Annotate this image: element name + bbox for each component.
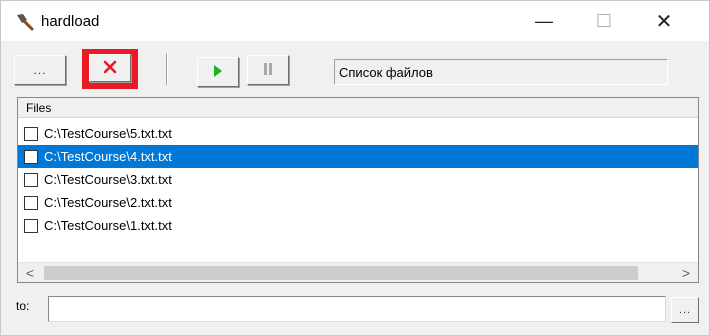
close-window-button[interactable]: ✕ bbox=[641, 1, 687, 41]
pause-button[interactable] bbox=[247, 55, 289, 85]
file-path: C:\TestCourse\4.txt.txt bbox=[44, 149, 172, 164]
pause-icon bbox=[263, 62, 273, 78]
file-checkbox[interactable] bbox=[24, 195, 38, 210]
play-button[interactable] bbox=[197, 57, 239, 87]
file-row[interactable]: C:\TestCourse\4.txt.txt bbox=[18, 145, 698, 168]
file-path: C:\TestCourse\2.txt.txt bbox=[44, 195, 172, 210]
file-checkbox[interactable] bbox=[24, 172, 38, 187]
minimize-button[interactable]: — bbox=[521, 1, 567, 41]
browse-files-button[interactable]: ... bbox=[14, 55, 66, 85]
toolbar: ... Список файлов bbox=[1, 41, 709, 91]
file-checkbox[interactable] bbox=[24, 149, 38, 164]
play-icon bbox=[213, 64, 223, 80]
file-checkbox[interactable] bbox=[24, 126, 38, 141]
file-list[interactable]: Files C:\TestCourse\5.txt.txt C:\TestCour… bbox=[17, 97, 699, 283]
file-row[interactable]: C:\TestCourse\2.txt.txt bbox=[18, 191, 698, 214]
toolbar-separator bbox=[166, 53, 168, 85]
app-window: hardload — ☐ ✕ ... Список файлов Files C… bbox=[0, 0, 710, 336]
file-rows: C:\TestCourse\5.txt.txt C:\TestCourse\4.t… bbox=[18, 122, 698, 237]
file-checkbox[interactable] bbox=[24, 218, 38, 233]
scroll-left-button[interactable]: < bbox=[22, 265, 38, 281]
file-path: C:\TestCourse\5.txt.txt bbox=[44, 126, 172, 141]
destination-input[interactable] bbox=[48, 296, 666, 322]
destination-browse-button[interactable]: ... bbox=[671, 297, 699, 323]
shovel-icon bbox=[15, 12, 35, 32]
file-row[interactable]: C:\TestCourse\3.txt.txt bbox=[18, 168, 698, 191]
scroll-right-button[interactable]: > bbox=[678, 265, 694, 281]
file-row[interactable]: C:\TestCourse\5.txt.txt bbox=[18, 122, 698, 145]
window-title: hardload bbox=[41, 13, 100, 30]
column-header-files[interactable]: Files bbox=[18, 98, 698, 118]
horizontal-scrollbar[interactable]: < > bbox=[18, 262, 698, 282]
delete-button[interactable] bbox=[89, 54, 131, 82]
file-path: C:\TestCourse\1.txt.txt bbox=[44, 218, 172, 233]
close-icon bbox=[103, 60, 117, 77]
maximize-button[interactable]: ☐ bbox=[581, 1, 627, 41]
status-text: Список файлов bbox=[334, 59, 668, 85]
title-bar[interactable]: hardload — ☐ ✕ bbox=[1, 1, 709, 41]
file-row[interactable]: C:\TestCourse\1.txt.txt bbox=[18, 214, 698, 237]
file-path: C:\TestCourse\3.txt.txt bbox=[44, 172, 172, 187]
destination-label: to: bbox=[16, 299, 30, 313]
scroll-thumb[interactable] bbox=[44, 266, 638, 280]
